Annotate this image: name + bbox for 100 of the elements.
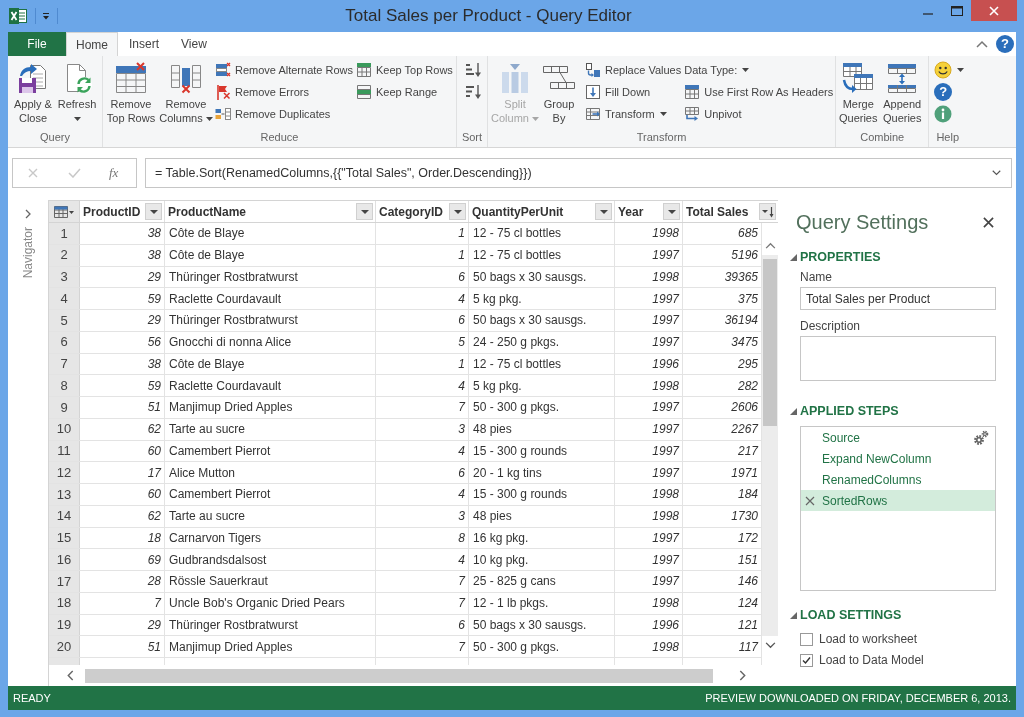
column-header[interactable]: ProductID xyxy=(83,202,141,221)
table-cell: Gudbrandsdalsost xyxy=(165,549,376,570)
checkbox-label[interactable]: Load to Data Model xyxy=(819,651,924,669)
section-heading: PROPERTIES xyxy=(800,248,881,266)
applied-step[interactable]: Expand NewColumn xyxy=(801,448,995,469)
group-by-button[interactable]: Group By xyxy=(540,56,578,129)
column-header[interactable]: QuantityPerUnit xyxy=(472,202,564,221)
row-number: 15 xyxy=(49,527,80,549)
scrollbar-thumb[interactable] xyxy=(763,259,777,426)
remove-errors-button[interactable]: Remove Errors xyxy=(214,81,354,103)
use-first-row-headers-button[interactable]: Use First Row As Headers xyxy=(683,81,835,103)
filter-button[interactable] xyxy=(663,203,680,220)
table-transform-icon xyxy=(585,106,601,122)
table-cell: 29 xyxy=(80,310,165,331)
table-cell: Carnarvon Tigers xyxy=(165,527,376,549)
header-row-icon xyxy=(684,84,701,100)
scroll-left-icon[interactable] xyxy=(67,670,74,681)
chevron-right-icon[interactable] xyxy=(25,209,31,219)
remove-duplicates-button[interactable]: Remove Duplicates xyxy=(214,103,354,125)
transform-button[interactable]: Transform xyxy=(584,103,683,125)
scroll-right-icon[interactable] xyxy=(739,670,746,681)
section-heading: LOAD SETTINGS xyxy=(800,606,902,624)
checkbox-label[interactable]: Load to worksheet xyxy=(819,630,918,648)
unpivot-button[interactable]: Unpivot xyxy=(683,103,835,125)
check-icon[interactable] xyxy=(68,168,81,178)
keep-range-button[interactable]: Keep Range xyxy=(355,81,454,103)
close-icon[interactable] xyxy=(983,216,994,228)
column-header[interactable]: Year xyxy=(618,202,644,221)
fill-down-icon xyxy=(585,84,601,100)
filter-button[interactable] xyxy=(356,203,373,220)
ribbon-tab[interactable]: View xyxy=(170,32,218,56)
checkbox[interactable] xyxy=(800,653,813,667)
table-cell: 62 xyxy=(80,505,165,527)
feedback-button[interactable] xyxy=(933,59,966,81)
merge-queries-button[interactable]: Merge Queries xyxy=(836,56,881,129)
help-button[interactable]: ? xyxy=(996,35,1014,53)
collapse-ribbon-icon[interactable] xyxy=(976,40,988,48)
formula-text: = Table.Sort(RenamedColumns,{{"Total Sales", Order.Descending}}) xyxy=(155,164,532,182)
maximize-icon[interactable] xyxy=(950,5,963,16)
keep-range-icon xyxy=(356,84,372,100)
table-cell: Thüringer Rostbratwurst xyxy=(165,614,376,636)
checkbox[interactable] xyxy=(800,632,813,646)
gear-icon[interactable] xyxy=(973,429,989,446)
remove-alternate-rows-icon xyxy=(215,62,231,78)
triangle-icon[interactable] xyxy=(790,253,797,261)
insert-function-button[interactable]: fx xyxy=(109,163,119,183)
scroll-down-icon[interactable] xyxy=(764,641,776,649)
split-column-icon xyxy=(499,62,531,94)
customize-toolbar-icon[interactable] xyxy=(41,11,51,21)
applied-step[interactable]: SortedRows xyxy=(801,490,995,511)
formula-field[interactable]: = Table.Sort(RenamedColumns,{{"Total Sales", Order.Descending}}) xyxy=(145,158,1012,188)
refresh-button[interactable]: Refresh xyxy=(55,56,99,129)
group-label: Help xyxy=(935,130,961,145)
data-type-dropdown[interactable]: Data Type: xyxy=(683,59,835,81)
spreadsheet-app-icon[interactable] xyxy=(9,7,27,25)
table-cell: 1997 xyxy=(615,397,683,418)
table-cell: Camembert Pierrot xyxy=(165,484,376,505)
table-cell: 1 xyxy=(376,353,469,375)
delete-step-icon[interactable] xyxy=(805,495,815,506)
triangle-icon[interactable] xyxy=(790,407,797,415)
keep-top-rows-button[interactable]: Keep Top Rows xyxy=(355,59,454,81)
column-header[interactable]: Total Sales xyxy=(686,202,749,221)
table-cell: 1998 xyxy=(615,592,683,614)
table-cell: 59 xyxy=(80,288,165,309)
scrollbar-thumb[interactable] xyxy=(85,668,713,683)
filter-button[interactable] xyxy=(595,203,612,220)
fill-down-button[interactable]: Fill Down xyxy=(584,81,683,103)
table-cell: 1998 xyxy=(615,505,683,527)
table-cell: Manjimup Dried Apples xyxy=(165,636,376,657)
description-field[interactable] xyxy=(800,336,996,381)
append-queries-button[interactable]: Append Queries xyxy=(880,56,925,129)
expand-formula-icon[interactable] xyxy=(992,170,1001,176)
remove-top-rows-button[interactable]: Remove Top Rows xyxy=(104,56,158,129)
name-field[interactable]: Total Sales per Product xyxy=(800,287,996,310)
triangle-icon[interactable] xyxy=(790,611,797,619)
column-header[interactable]: CategoryID xyxy=(379,202,443,221)
info-icon xyxy=(934,105,953,123)
scroll-up-icon[interactable] xyxy=(764,241,776,249)
ribbon-tab[interactable]: Insert xyxy=(118,32,171,56)
table-cell: Rössle Sauerkraut xyxy=(165,571,376,592)
smiley-icon xyxy=(934,61,953,79)
applied-step[interactable]: Source xyxy=(801,427,995,448)
remove-alternate-rows-button[interactable]: Remove Alternate Rows xyxy=(214,59,354,81)
close-button[interactable] xyxy=(971,0,1017,21)
replace-values-button[interactable]: Replace Values xyxy=(584,59,683,81)
table-cell: 51 xyxy=(80,636,165,657)
ribbon-tab[interactable]: File xyxy=(8,32,66,56)
table-cell: 50 bags x 30 sausgs. xyxy=(469,614,615,636)
filter-button[interactable] xyxy=(145,203,162,220)
apply-close-button[interactable]: Apply & Close xyxy=(11,56,55,129)
remove-columns-button[interactable]: Remove Columns xyxy=(158,56,214,129)
navigator-label[interactable]: Navigator xyxy=(19,227,37,279)
applied-step[interactable]: RenamedColumns xyxy=(801,469,995,490)
table-menu-icon[interactable] xyxy=(53,205,75,218)
column-header[interactable]: ProductName xyxy=(168,202,247,221)
filter-button[interactable] xyxy=(449,203,466,220)
ribbon-tab[interactable]: Home xyxy=(66,32,118,56)
table-cell: 38 xyxy=(80,223,165,244)
table-cell: 1997 xyxy=(615,244,683,266)
help-button[interactable]: ? xyxy=(934,83,953,101)
